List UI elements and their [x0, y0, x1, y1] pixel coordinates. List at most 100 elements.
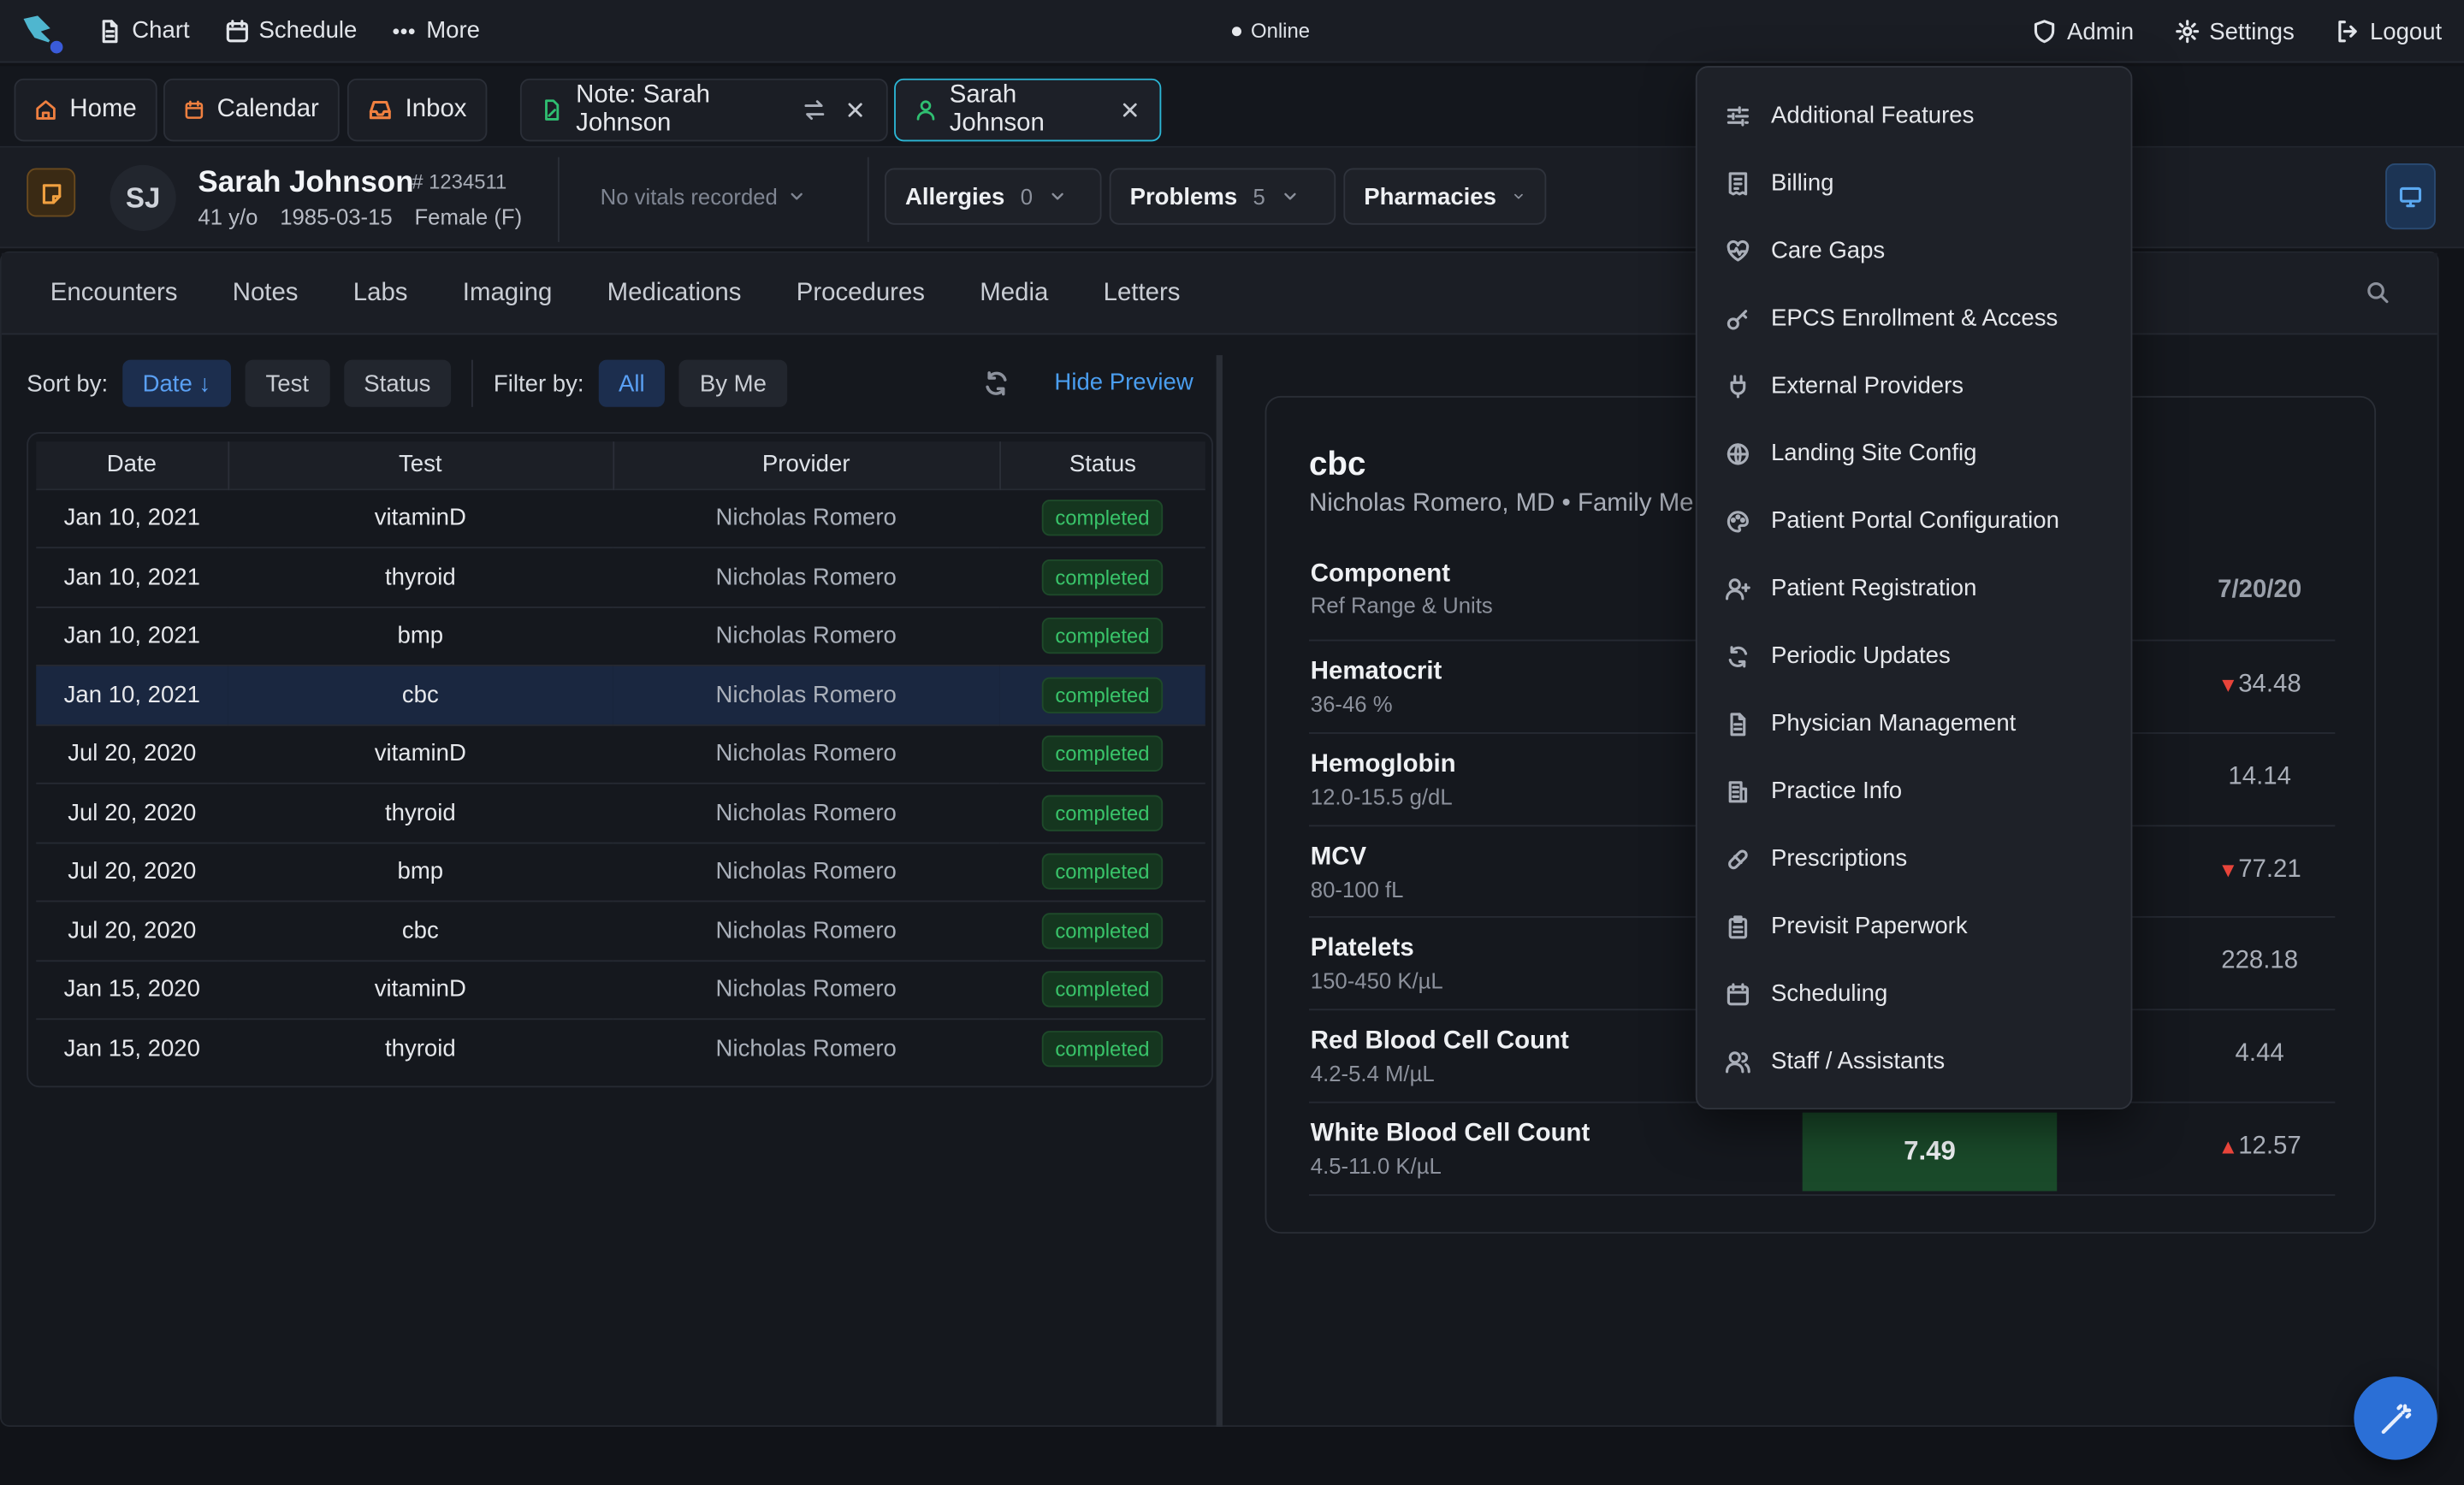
- cell-provider: Nicholas Romero: [613, 782, 1000, 843]
- admin-menu-item[interactable]: Previsit Paperwork: [1697, 892, 2131, 960]
- tab-medications[interactable]: Medications: [607, 279, 742, 307]
- allergies-label: Allergies: [904, 183, 1005, 210]
- refresh-icon[interactable]: [982, 370, 1010, 398]
- admin-menu-item[interactable]: Physician Management: [1697, 689, 2131, 757]
- cell-provider: Nicholas Romero: [613, 900, 1000, 961]
- table-row[interactable]: Jan 10, 2021 cbc Nicholas Romero completed: [36, 665, 1205, 725]
- tab-imaging[interactable]: Imaging: [463, 279, 553, 307]
- app-logo-icon[interactable]: [19, 9, 67, 56]
- tab-sarah-johnson[interactable]: Sarah Johnson: [894, 78, 1162, 142]
- swap-icon[interactable]: [803, 98, 826, 122]
- admin-menu: Additional Features Billing Care Gaps EPCS …: [1695, 66, 2133, 1109]
- cell-date: Jan 10, 2021: [36, 606, 228, 666]
- table-row[interactable]: Jan 15, 2020 thyroid Nicholas Romero comple…: [36, 1018, 1205, 1079]
- admin-menu-item[interactable]: EPCS Enrollment & Access: [1697, 284, 2131, 352]
- table-row[interactable]: Jan 10, 2021 thyroid Nicholas Romero comple…: [36, 547, 1205, 607]
- table-row[interactable]: Jul 20, 2020 cbc Nicholas Romero completed: [36, 900, 1205, 961]
- col-date[interactable]: Date: [36, 441, 229, 489]
- col-test[interactable]: Test: [228, 441, 614, 489]
- admin-menu-item[interactable]: Billing: [1697, 150, 2131, 217]
- status-badge: completed: [1040, 677, 1164, 713]
- prior-value-text: 228.18: [2221, 948, 2299, 975]
- close-icon[interactable]: [1118, 98, 1140, 122]
- tab-inbox[interactable]: Inbox: [346, 78, 488, 142]
- table-row[interactable]: Jul 20, 2020 thyroid Nicholas Romero comple…: [36, 782, 1205, 843]
- table-row[interactable]: Jul 20, 2020 vitaminD Nicholas Romero compl…: [36, 723, 1205, 784]
- tab-labs[interactable]: Labs: [353, 279, 408, 307]
- tab-home[interactable]: Home: [14, 78, 157, 142]
- col-status[interactable]: Status: [999, 441, 1205, 489]
- patient-age: 41 y/o: [198, 204, 258, 230]
- avatar: SJ: [110, 164, 176, 232]
- refresh-icon: [1728, 645, 1748, 667]
- tab-calendar[interactable]: Calendar: [163, 78, 340, 142]
- admin-button[interactable]: Admin: [2033, 18, 2134, 44]
- admin-menu-item[interactable]: Practice Info: [1697, 757, 2131, 825]
- tab-letters[interactable]: Letters: [1104, 279, 1181, 307]
- problems-chip[interactable]: Problems 5: [1109, 168, 1336, 225]
- prior-value: 228.18: [2158, 948, 2362, 976]
- tab-procedures[interactable]: Procedures: [797, 279, 925, 307]
- reference-range: 80-100 fL: [1310, 876, 1404, 902]
- pharmacies-chip[interactable]: Pharmacies: [1343, 168, 1547, 225]
- table-row[interactable]: Jan 10, 2021 bmp Nicholas Romero completed: [36, 606, 1205, 666]
- magic-wand-button[interactable]: [2354, 1376, 2437, 1460]
- sort-status-button[interactable]: Status: [343, 359, 452, 407]
- admin-menu-item[interactable]: Patient Registration: [1697, 554, 2131, 622]
- admin-menu-item[interactable]: Periodic Updates: [1697, 622, 2131, 689]
- admin-menu-item-label: Practice Info: [1770, 778, 1903, 805]
- resize-handle[interactable]: [1216, 355, 1223, 1427]
- table-row[interactable]: Jan 15, 2020 vitaminD Nicholas Romero compl…: [36, 959, 1205, 1020]
- cell-date: Jan 15, 2020: [36, 959, 228, 1020]
- close-icon[interactable]: [844, 98, 868, 122]
- allergies-chip[interactable]: Allergies 0: [885, 168, 1102, 225]
- tab-media[interactable]: Media: [980, 279, 1048, 307]
- hide-preview-link[interactable]: Hide Preview: [1054, 370, 1193, 396]
- nav-more[interactable]: More: [392, 17, 480, 44]
- logout-icon: [2338, 21, 2357, 43]
- status-badge: completed: [1040, 736, 1164, 772]
- cell-date: Jul 20, 2020: [36, 723, 228, 784]
- vitals-dropdown[interactable]: No vitals recorded: [601, 184, 806, 209]
- col-provider[interactable]: Provider: [613, 441, 1001, 489]
- sticky-note-icon[interactable]: [27, 168, 76, 217]
- filter-by-me-button[interactable]: By Me: [678, 359, 787, 407]
- cell-date: Jan 15, 2020: [36, 1018, 228, 1079]
- logout-button[interactable]: Logout: [2336, 18, 2442, 44]
- status-badge: completed: [1040, 618, 1164, 654]
- cell-status: completed: [999, 547, 1205, 607]
- document-icon: [102, 19, 118, 43]
- admin-menu-item[interactable]: Care Gaps: [1697, 217, 2131, 285]
- cell-status: completed: [999, 900, 1205, 961]
- settings-button[interactable]: Settings: [2175, 18, 2295, 44]
- admin-menu-item-label: Landing Site Config: [1770, 440, 1977, 467]
- tab-note-label: Note: Sarah Johnson: [576, 81, 711, 137]
- admin-menu-item[interactable]: Additional Features: [1697, 82, 2131, 150]
- shield-icon: [2035, 20, 2055, 44]
- filter-all-button[interactable]: All: [598, 359, 666, 407]
- admin-menu-item[interactable]: Landing Site Config: [1697, 419, 2131, 487]
- admin-menu-item[interactable]: Staff / Assistants: [1697, 1027, 2131, 1095]
- table-row[interactable]: Jul 20, 2020 bmp Nicholas Romero completed: [36, 841, 1205, 902]
- admin-menu-item[interactable]: Prescriptions: [1697, 825, 2131, 892]
- search-icon[interactable]: [2365, 280, 2390, 305]
- admin-menu-item[interactable]: Scheduling: [1697, 960, 2131, 1027]
- admin-menu-item[interactable]: Patient Portal Configuration: [1697, 487, 2131, 554]
- nav-chart[interactable]: Chart: [98, 17, 190, 44]
- cell-status: completed: [999, 782, 1205, 843]
- nav-schedule[interactable]: Schedule: [224, 17, 357, 44]
- admin-menu-item[interactable]: External Providers: [1697, 352, 2131, 419]
- cell-test: bmp: [228, 841, 613, 902]
- monitor-button[interactable]: [2385, 163, 2436, 230]
- nav-more-label: More: [426, 17, 480, 44]
- sort-date-button[interactable]: Date ↓: [121, 359, 232, 407]
- status-badge: completed: [1040, 912, 1164, 950]
- table-row[interactable]: Jan 10, 2021 vitaminD Nicholas Romero compl…: [36, 488, 1205, 548]
- tab-encounters[interactable]: Encounters: [50, 279, 178, 307]
- tab-notes[interactable]: Notes: [233, 279, 299, 307]
- tab-note-sarah-johnson[interactable]: Note: Sarah Johnson: [519, 78, 888, 142]
- chevron-down-icon: [1514, 193, 1524, 199]
- status-badge: completed: [1040, 971, 1164, 1008]
- sort-test-button[interactable]: Test: [245, 359, 329, 407]
- cell-test: vitaminD: [228, 959, 613, 1020]
